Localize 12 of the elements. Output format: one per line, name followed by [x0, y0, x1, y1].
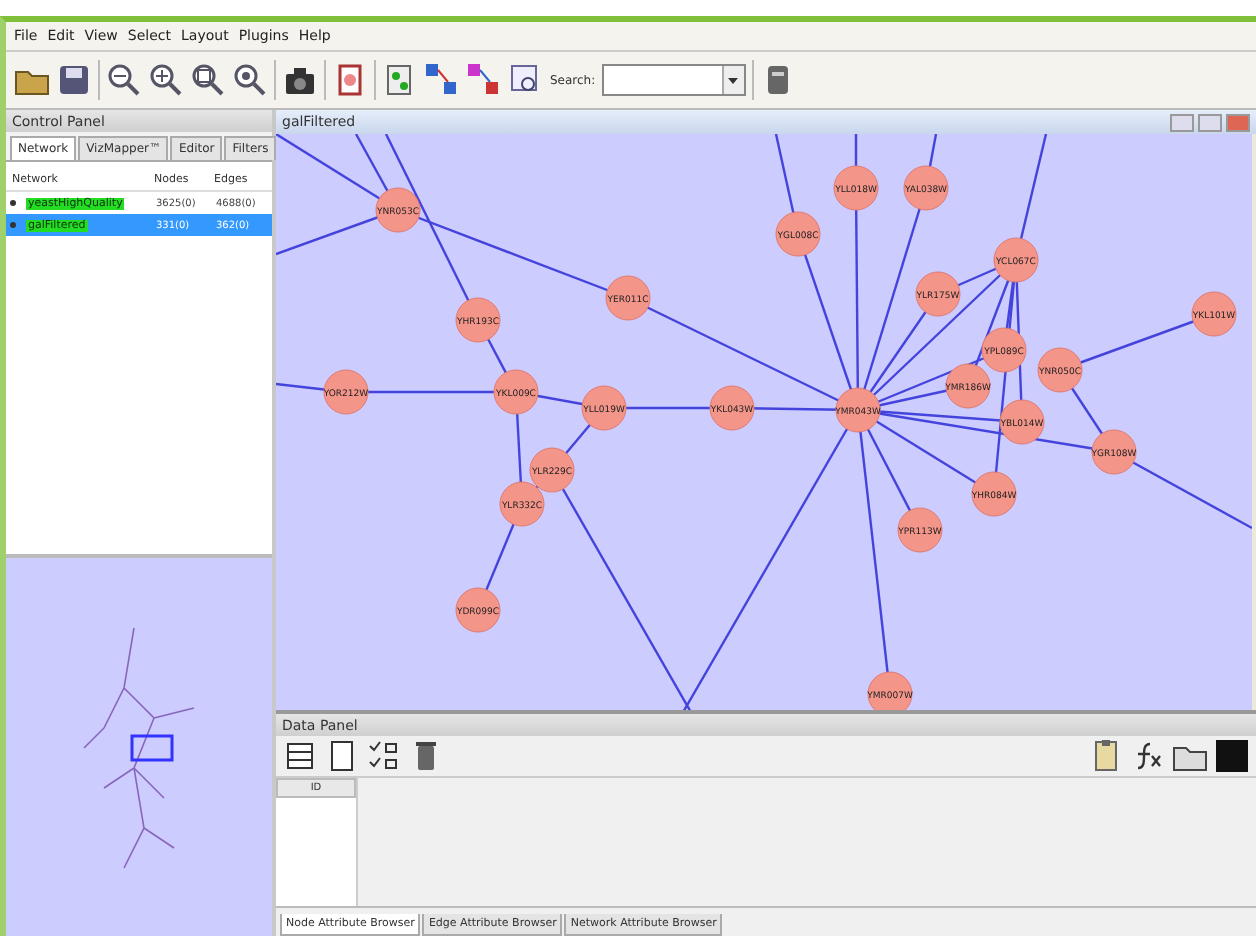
caret-icon — [728, 77, 739, 83]
zoom-in-icon[interactable] — [148, 62, 184, 98]
zoom-fit-icon[interactable] — [232, 62, 268, 98]
checklist-icon[interactable] — [366, 738, 402, 774]
zoom-selected-icon[interactable] — [190, 62, 226, 98]
camera-icon[interactable] — [282, 62, 318, 98]
table-icon[interactable] — [282, 738, 318, 774]
close-button[interactable] — [1226, 113, 1250, 131]
terminal-icon[interactable] — [1214, 738, 1250, 774]
search-field[interactable] — [601, 64, 746, 96]
zoom-out-icon[interactable] — [106, 62, 142, 98]
save-icon[interactable] — [56, 62, 92, 98]
